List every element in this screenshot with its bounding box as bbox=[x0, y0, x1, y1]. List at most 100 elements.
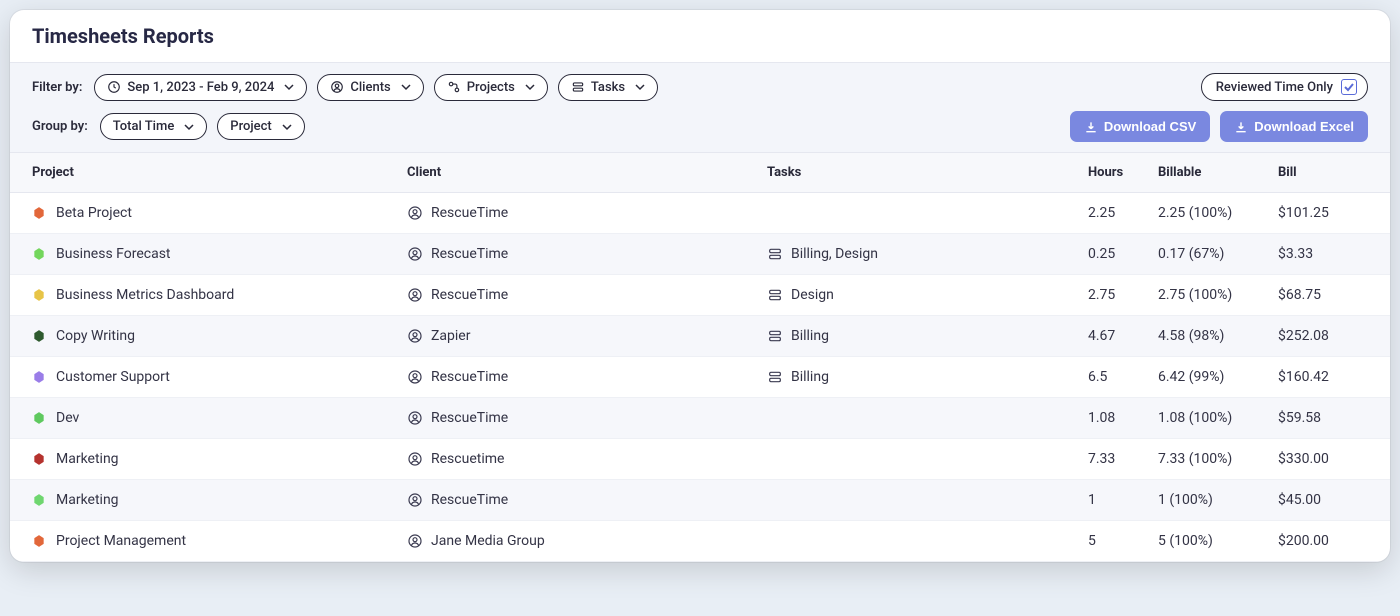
hours-value: 2.25 bbox=[1088, 205, 1158, 221]
project-name: Marketing bbox=[56, 451, 119, 467]
table-row[interactable]: Business ForecastRescueTimeBilling, Desi… bbox=[10, 234, 1390, 275]
billable-value: 1 (100%) bbox=[1158, 492, 1278, 508]
project-color-icon bbox=[32, 370, 46, 384]
client-name: Jane Media Group bbox=[431, 533, 545, 549]
hours-value: 4.67 bbox=[1088, 328, 1158, 344]
project-color-icon bbox=[32, 206, 46, 220]
tasks-filter-label: Tasks bbox=[591, 80, 625, 95]
tasks-filter[interactable]: Tasks bbox=[558, 74, 658, 101]
person-icon bbox=[407, 410, 423, 426]
project-color-icon bbox=[32, 247, 46, 261]
project-color-icon bbox=[32, 411, 46, 425]
bill-value: $330.00 bbox=[1278, 451, 1368, 467]
filter-label: Filter by: bbox=[32, 80, 82, 95]
date-range-text: Sep 1, 2023 - Feb 9, 2024 bbox=[127, 80, 274, 95]
client-name: RescueTime bbox=[431, 205, 508, 221]
bill-value: $59.58 bbox=[1278, 410, 1368, 426]
project-name: Business Metrics Dashboard bbox=[56, 287, 234, 303]
col-tasks[interactable]: Tasks bbox=[767, 165, 1088, 180]
client-name: Zapier bbox=[431, 328, 470, 344]
tasks-icon bbox=[767, 246, 783, 262]
hours-value: 5 bbox=[1088, 533, 1158, 549]
billable-value: 7.33 (100%) bbox=[1158, 451, 1278, 467]
group-total-time-label: Total Time bbox=[113, 119, 175, 134]
chevron-down-icon bbox=[525, 82, 535, 92]
task-names: Billing bbox=[791, 328, 829, 344]
person-icon bbox=[407, 205, 423, 221]
tasks-icon bbox=[767, 328, 783, 344]
project-color-icon bbox=[32, 534, 46, 548]
group-row: Group by: Total Time Project Download CS… bbox=[32, 111, 1368, 142]
col-billable[interactable]: Billable bbox=[1158, 165, 1278, 180]
col-bill[interactable]: Bill bbox=[1278, 165, 1368, 180]
task-names: Design bbox=[791, 287, 834, 303]
bill-value: $68.75 bbox=[1278, 287, 1368, 303]
download-excel-button[interactable]: Download Excel bbox=[1220, 111, 1368, 142]
hours-value: 7.33 bbox=[1088, 451, 1158, 467]
billable-value: 4.58 (98%) bbox=[1158, 328, 1278, 344]
table-row[interactable]: MarketingRescueTime11 (100%)$45.00 bbox=[10, 480, 1390, 521]
bill-value: $200.00 bbox=[1278, 533, 1368, 549]
download-icon bbox=[1084, 120, 1098, 134]
tasks-icon bbox=[571, 80, 585, 94]
col-hours[interactable]: Hours bbox=[1088, 165, 1158, 180]
clock-icon bbox=[107, 80, 121, 94]
group-project[interactable]: Project bbox=[217, 113, 304, 140]
hours-value: 6.5 bbox=[1088, 369, 1158, 385]
reviewed-time-only-toggle[interactable]: Reviewed Time Only bbox=[1201, 73, 1368, 101]
group-total-time[interactable]: Total Time bbox=[100, 113, 208, 140]
client-name: RescueTime bbox=[431, 492, 508, 508]
filter-row: Filter by: Sep 1, 2023 - Feb 9, 2024 Cli… bbox=[32, 73, 1368, 101]
reviewed-label: Reviewed Time Only bbox=[1216, 80, 1333, 95]
table-row[interactable]: Dev RescueTime 1.081.08 (100%)$59.58 bbox=[10, 398, 1390, 439]
chevron-down-icon bbox=[401, 82, 411, 92]
hours-value: 0.25 bbox=[1088, 246, 1158, 262]
col-client[interactable]: Client bbox=[407, 165, 767, 180]
person-icon bbox=[407, 246, 423, 262]
reviewed-checkbox[interactable] bbox=[1341, 79, 1357, 95]
download-icon bbox=[1234, 120, 1248, 134]
project-name: Business Forecast bbox=[56, 246, 171, 262]
client-name: Rescuetime bbox=[431, 451, 504, 467]
tasks-icon bbox=[767, 369, 783, 385]
person-icon bbox=[407, 287, 423, 303]
billable-value: 1.08 (100%) bbox=[1158, 410, 1278, 426]
table-header: Project Client Tasks Hours Billable Bill bbox=[10, 153, 1390, 193]
project-color-icon bbox=[32, 452, 46, 466]
project-name: Marketing bbox=[56, 492, 119, 508]
table-row[interactable]: Copy WritingZapierBilling4.674.58 (98%)$… bbox=[10, 316, 1390, 357]
download-csv-button[interactable]: Download CSV bbox=[1070, 111, 1210, 142]
table-row[interactable]: Business Metrics DashboardRescueTimeDesi… bbox=[10, 275, 1390, 316]
project-name: Beta Project bbox=[56, 205, 132, 221]
download-excel-label: Download Excel bbox=[1254, 119, 1354, 134]
project-name: Customer Support bbox=[56, 369, 170, 385]
header: Timesheets Reports bbox=[10, 10, 1390, 63]
bill-value: $3.33 bbox=[1278, 246, 1368, 262]
bill-value: $252.08 bbox=[1278, 328, 1368, 344]
table-row[interactable]: Customer SupportRescueTimeBilling6.56.42… bbox=[10, 357, 1390, 398]
task-names: Billing bbox=[791, 369, 829, 385]
table-body: Beta ProjectRescueTime2.252.25 (100%)$10… bbox=[10, 193, 1390, 562]
date-range-filter[interactable]: Sep 1, 2023 - Feb 9, 2024 bbox=[94, 74, 307, 101]
project-name: Project Management bbox=[56, 533, 186, 549]
projects-filter[interactable]: Projects bbox=[434, 74, 548, 101]
projects-filter-label: Projects bbox=[467, 80, 515, 95]
group-project-label: Project bbox=[230, 119, 271, 134]
report-window: Timesheets Reports Filter by: Sep 1, 202… bbox=[10, 10, 1390, 562]
project-color-icon bbox=[32, 329, 46, 343]
person-icon bbox=[407, 451, 423, 467]
table-row[interactable]: Project ManagementJane Media Group55 (10… bbox=[10, 521, 1390, 562]
chevron-down-icon bbox=[284, 82, 294, 92]
chevron-down-icon bbox=[635, 82, 645, 92]
tasks-icon bbox=[767, 287, 783, 303]
table-row[interactable]: Beta ProjectRescueTime2.252.25 (100%)$10… bbox=[10, 193, 1390, 234]
table-row[interactable]: Marketing Rescuetime 7.337.33 (100%)$330.0… bbox=[10, 439, 1390, 480]
client-name: RescueTime bbox=[431, 246, 508, 262]
project-name: Dev bbox=[56, 410, 79, 426]
col-project[interactable]: Project bbox=[32, 165, 407, 180]
client-name: RescueTime bbox=[431, 410, 508, 426]
clients-filter-label: Clients bbox=[350, 80, 390, 95]
hours-value: 1.08 bbox=[1088, 410, 1158, 426]
group-label: Group by: bbox=[32, 119, 88, 134]
clients-filter[interactable]: Clients bbox=[317, 74, 423, 101]
